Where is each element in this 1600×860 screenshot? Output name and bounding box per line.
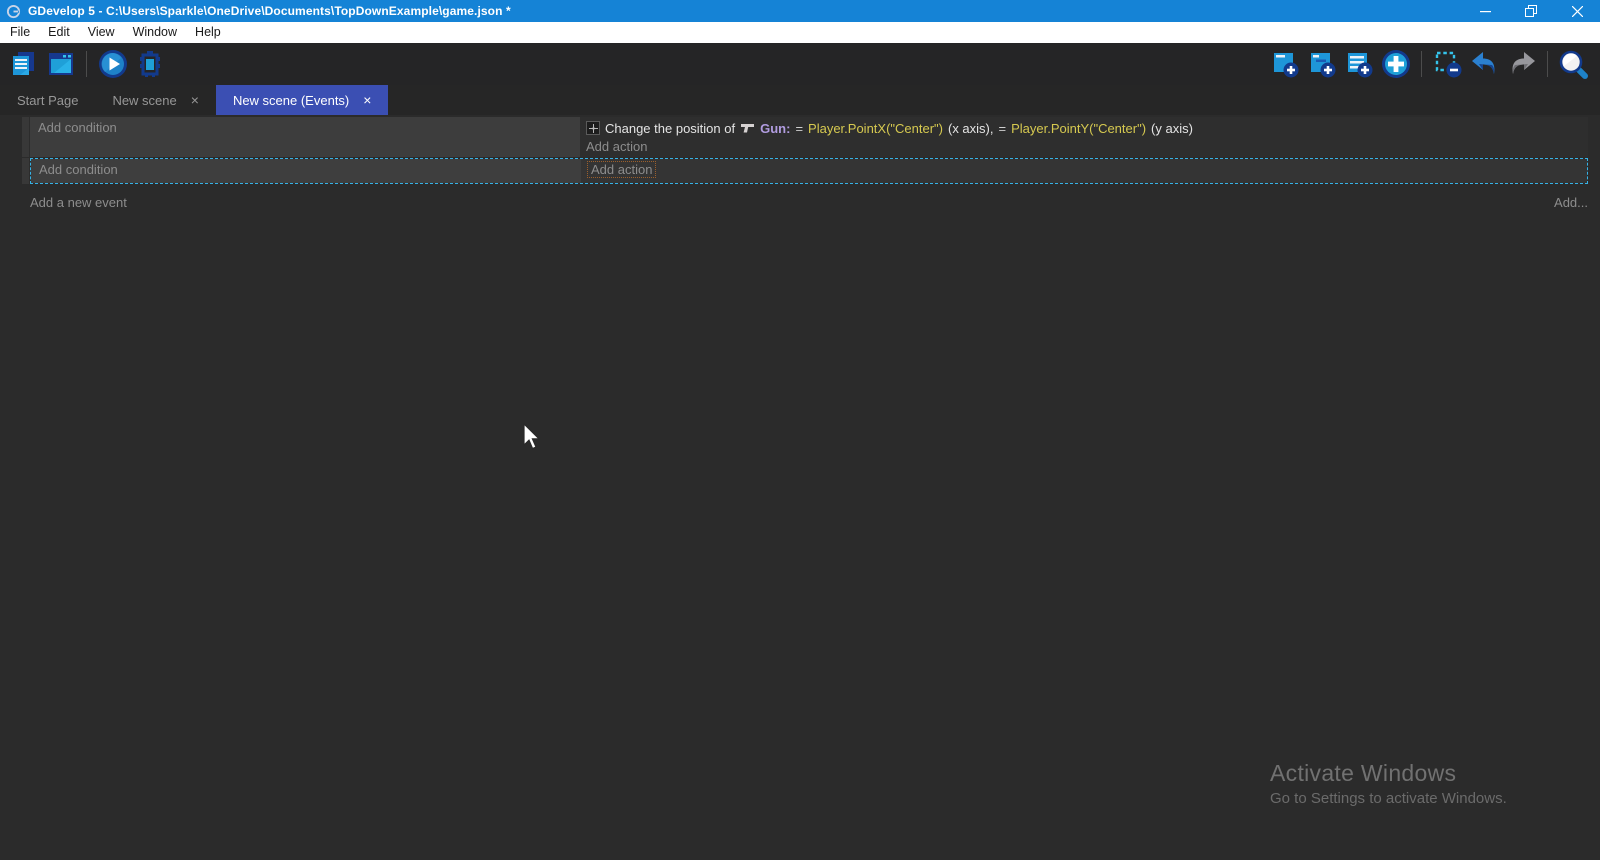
add-condition-link[interactable]: Add condition bbox=[38, 120, 117, 135]
toolbar-left-group bbox=[0, 47, 168, 81]
tab-start-page[interactable]: Start Page bbox=[0, 85, 95, 115]
gun-object-icon bbox=[740, 123, 755, 134]
event-drag-handle[interactable] bbox=[22, 158, 30, 184]
actions-cell[interactable]: Add action bbox=[581, 159, 1587, 183]
events-sheet: Add condition Change the position of Gun… bbox=[0, 115, 1600, 860]
tab-label: New scene (Events) bbox=[233, 93, 349, 108]
event-row[interactable]: Add condition Change the position of Gun… bbox=[22, 117, 1588, 157]
debugger-icon[interactable] bbox=[133, 47, 166, 81]
title-bar: GDevelop 5 - C:\Users\Sparkle\OneDrive\D… bbox=[0, 0, 1600, 22]
action-operator: = bbox=[795, 121, 803, 136]
window-controls bbox=[1462, 0, 1600, 22]
menu-bar: File Edit View Window Help bbox=[0, 22, 1600, 43]
tab-label: Start Page bbox=[17, 93, 78, 108]
add-condition-link[interactable]: Add condition bbox=[39, 162, 118, 177]
add-subevent-icon[interactable] bbox=[1305, 47, 1338, 81]
tab-close-icon[interactable]: × bbox=[363, 92, 371, 108]
add-more-icon[interactable] bbox=[1379, 47, 1412, 81]
play-icon[interactable] bbox=[96, 47, 129, 81]
toolbar-separator bbox=[1547, 51, 1548, 77]
redo-icon[interactable] bbox=[1505, 47, 1538, 81]
tab-new-scene[interactable]: New scene × bbox=[95, 85, 216, 115]
menu-window[interactable]: Window bbox=[124, 22, 186, 43]
add-button[interactable]: Add... bbox=[1554, 195, 1588, 210]
mouse-cursor bbox=[523, 423, 543, 451]
toolbar-separator bbox=[86, 51, 87, 77]
delete-selection-icon[interactable] bbox=[1431, 47, 1464, 81]
undo-icon[interactable] bbox=[1468, 47, 1501, 81]
menu-view[interactable]: View bbox=[79, 22, 124, 43]
add-comment-icon[interactable] bbox=[1342, 47, 1375, 81]
close-button[interactable] bbox=[1554, 0, 1600, 22]
project-manager-icon[interactable] bbox=[7, 47, 40, 81]
event-row-selected[interactable]: Add condition Add action bbox=[22, 158, 1588, 184]
menu-file[interactable]: File bbox=[1, 22, 39, 43]
tab-label: New scene bbox=[112, 93, 176, 108]
toolbar-right-group bbox=[1266, 47, 1600, 81]
minimize-button[interactable] bbox=[1462, 0, 1508, 22]
watermark-title: Activate Windows bbox=[1270, 760, 1507, 787]
action-object-name: Gun: bbox=[760, 121, 790, 136]
action-text: (y axis) bbox=[1151, 121, 1193, 136]
add-action-link[interactable]: Add action bbox=[586, 138, 1582, 156]
event-drag-handle[interactable] bbox=[22, 117, 30, 157]
tab-bar: Start Page New scene × New scene (Events… bbox=[0, 85, 1600, 115]
menu-edit[interactable]: Edit bbox=[39, 22, 79, 43]
actions-cell[interactable]: Change the position of Gun: = Player.Poi… bbox=[580, 117, 1588, 157]
toolbar-separator bbox=[1421, 51, 1422, 77]
action-expression-x: Player.PointX("Center") bbox=[808, 121, 943, 136]
window-title: GDevelop 5 - C:\Users\Sparkle\OneDrive\D… bbox=[28, 4, 511, 18]
tab-close-icon[interactable]: × bbox=[191, 92, 199, 108]
position-icon bbox=[586, 121, 600, 135]
action-text: Change the position of bbox=[605, 121, 735, 136]
add-event-icon[interactable] bbox=[1268, 47, 1301, 81]
toolbar bbox=[0, 43, 1600, 85]
events-footer: Add a new event Add... bbox=[22, 195, 1588, 210]
add-action-link[interactable]: Add action bbox=[587, 161, 656, 178]
restore-button[interactable] bbox=[1508, 0, 1554, 22]
selection-outline: Add condition Add action bbox=[30, 158, 1588, 184]
action-text: (x axis), bbox=[948, 121, 994, 136]
close-icon bbox=[1572, 6, 1583, 17]
restore-icon bbox=[1525, 5, 1537, 17]
minimize-icon bbox=[1480, 6, 1491, 17]
search-icon[interactable] bbox=[1557, 47, 1590, 81]
action-item[interactable]: Change the position of Gun: = Player.Poi… bbox=[586, 118, 1582, 138]
action-expression-y: Player.PointY("Center") bbox=[1011, 121, 1146, 136]
watermark-subtitle: Go to Settings to activate Windows. bbox=[1270, 790, 1507, 807]
activate-windows-watermark: Activate Windows Go to Settings to activ… bbox=[1270, 760, 1507, 807]
tab-new-scene-events[interactable]: New scene (Events) × bbox=[216, 85, 389, 115]
menu-help[interactable]: Help bbox=[186, 22, 230, 43]
action-operator: = bbox=[998, 121, 1006, 136]
scene-editor-icon[interactable] bbox=[44, 47, 77, 81]
add-new-event-link[interactable]: Add a new event bbox=[30, 195, 127, 210]
conditions-cell[interactable]: Add condition bbox=[31, 159, 581, 183]
conditions-cell[interactable]: Add condition bbox=[30, 117, 580, 157]
gdevelop-logo-icon bbox=[6, 4, 21, 19]
